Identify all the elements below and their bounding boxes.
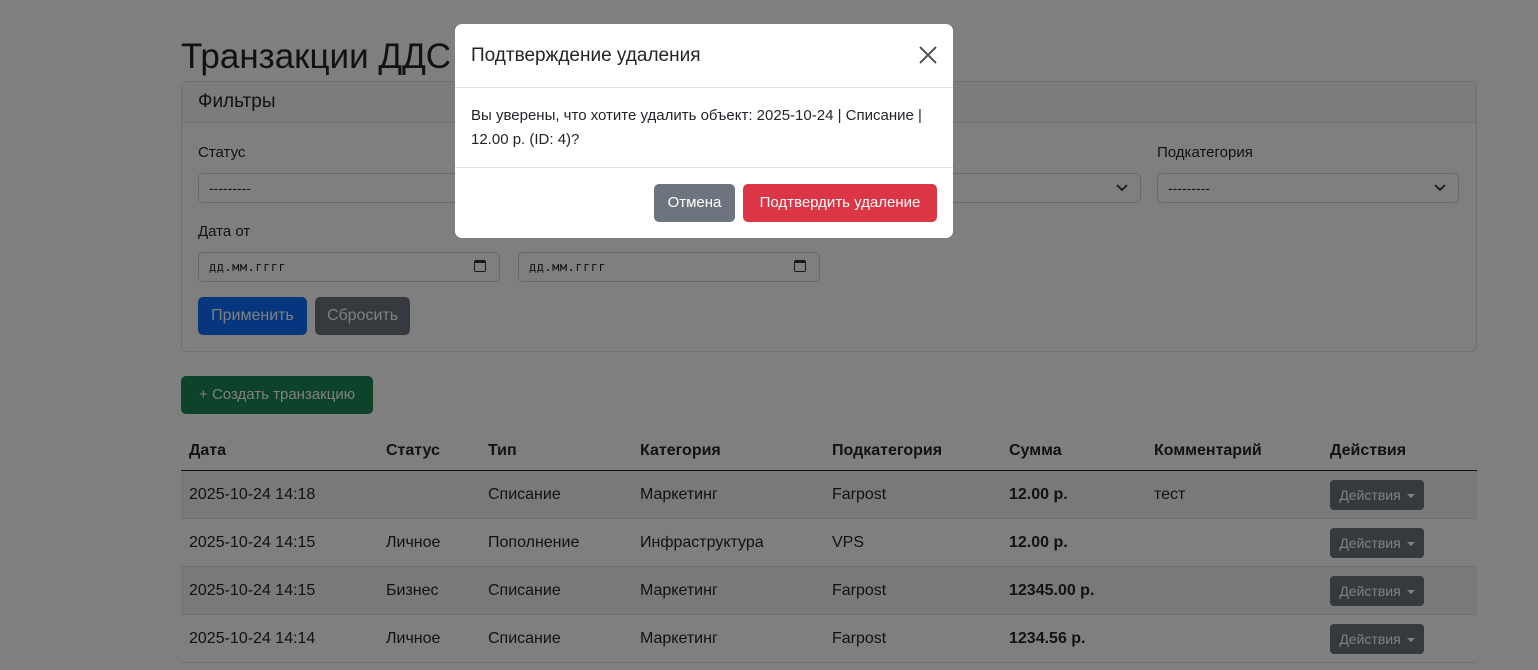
modal-header: Подтверждение удаления — [455, 24, 953, 88]
close-icon[interactable] — [915, 42, 941, 68]
modal-footer: Отмена Подтвердить удаление — [455, 168, 953, 238]
confirm-delete-button[interactable]: Подтвердить удаление — [743, 184, 937, 222]
delete-confirm-modal: Подтверждение удаления Вы уверены, что х… — [455, 24, 953, 238]
cancel-button[interactable]: Отмена — [654, 184, 735, 222]
modal-body: Вы уверены, что хотите удалить объект: 2… — [455, 88, 953, 168]
modal-title: Подтверждение удаления — [471, 45, 701, 66]
modal-message: Вы уверены, что хотите удалить объект: 2… — [471, 107, 922, 148]
